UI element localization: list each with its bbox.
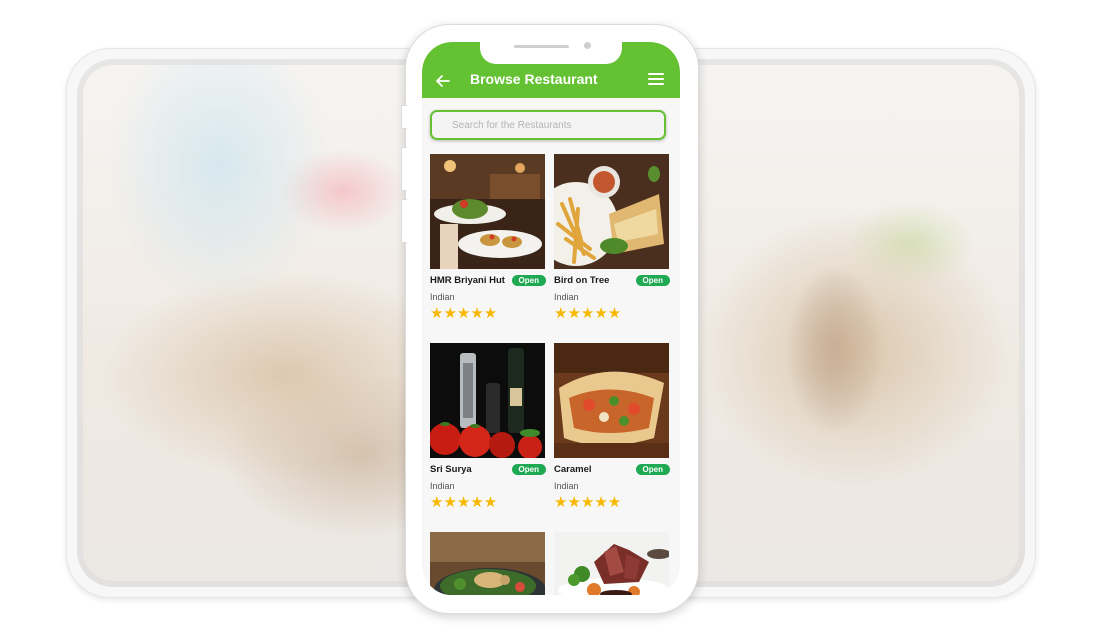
restaurant-card[interactable]: Sri Surya Open Indian ★★★★★	[430, 343, 546, 511]
phone-side-button	[401, 105, 407, 129]
status-badge: Open	[511, 275, 546, 286]
restaurant-card[interactable]: Caramel Open Indian ★★★★★	[554, 343, 670, 511]
restaurant-image	[430, 532, 545, 595]
restaurant-cuisine: Indian	[554, 292, 579, 302]
status-badge: Open	[511, 464, 546, 475]
star-rating: ★★★★★	[430, 494, 498, 511]
arrow-left-icon	[436, 75, 450, 87]
restaurant-card[interactable]: Bird on Tree Open Indian ★★★★★	[554, 154, 670, 322]
restaurant-name: Sri Surya	[430, 464, 472, 475]
restaurant-cuisine: Indian	[554, 481, 579, 491]
restaurant-cuisine: Indian	[430, 292, 455, 302]
status-badge: Open	[635, 275, 670, 286]
phone-mockup: Browse Restaurant Search for the Restaur…	[401, 24, 699, 614]
search-input[interactable]	[430, 110, 666, 140]
restaurant-name: Bird on Tree	[554, 275, 610, 286]
speaker-grill	[514, 45, 569, 48]
star-rating: ★★★★★	[554, 305, 622, 322]
camera-dot	[584, 42, 591, 49]
status-badge: Open	[635, 464, 670, 475]
app-header: Browse Restaurant	[422, 42, 680, 98]
star-rating: ★★★★★	[430, 305, 498, 322]
restaurant-card[interactable]: HMR Briyani Hut Open Indian ★★★★★	[430, 154, 546, 322]
hamburger-menu-icon	[648, 73, 664, 75]
phone-volume-up-button	[401, 147, 407, 191]
restaurant-image	[554, 532, 669, 595]
hamburger-line	[648, 78, 664, 80]
restaurant-name: HMR Briyani Hut	[430, 275, 505, 286]
restaurant-image	[554, 343, 669, 458]
phone-volume-down-button	[401, 199, 407, 243]
restaurant-image	[554, 154, 669, 269]
restaurant-image	[430, 154, 545, 269]
star-rating: ★★★★★	[554, 494, 622, 511]
restaurant-image	[430, 343, 545, 458]
app-screen: Browse Restaurant Search for the Restaur…	[422, 42, 680, 595]
restaurant-cuisine: Indian	[430, 481, 455, 491]
restaurant-name: Caramel	[554, 464, 592, 475]
phone-notch	[480, 42, 622, 64]
page-title: Browse Restaurant	[470, 71, 598, 87]
back-button[interactable]	[434, 72, 452, 90]
hamburger-line	[648, 83, 664, 85]
restaurant-card[interactable]	[430, 532, 546, 595]
restaurant-card[interactable]	[554, 532, 670, 595]
menu-button[interactable]	[648, 73, 664, 87]
